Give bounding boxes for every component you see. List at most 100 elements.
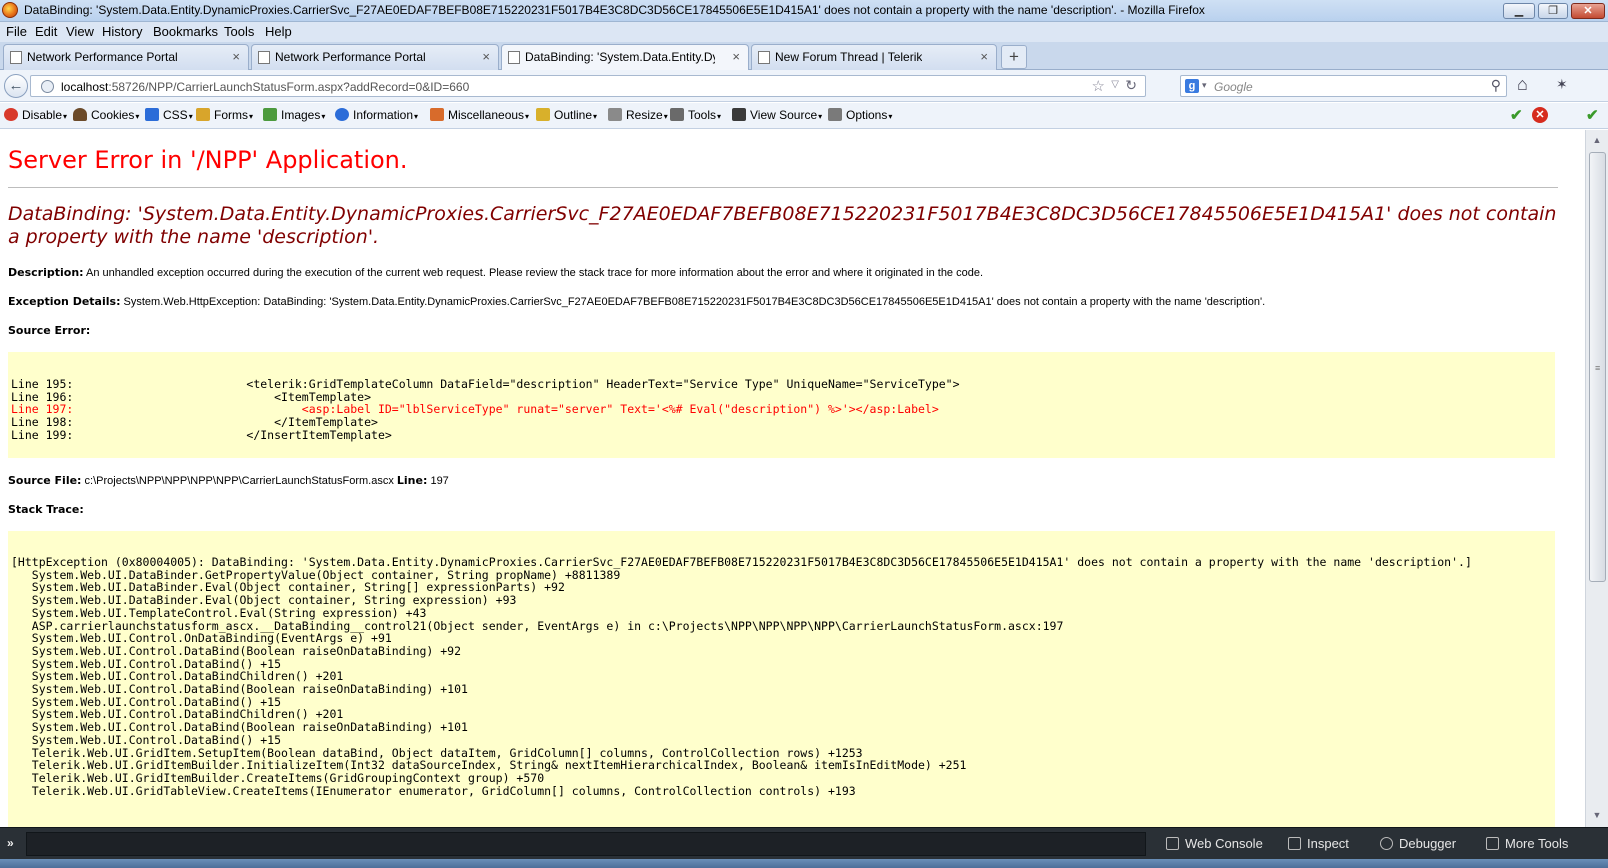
dev-images-menu[interactable]: Images▾ [263,108,325,122]
scroll-down-arrow-icon[interactable]: ▼ [1588,806,1606,824]
dev-information-menu[interactable]: Information▾ [335,108,418,122]
menu-edit[interactable]: Edit [35,24,57,39]
reload-icon[interactable]: ↻ [1125,77,1137,94]
search-engine-dropdown-icon[interactable]: ▾ [1202,80,1207,91]
document-valid-check-icon[interactable]: ✔ [1586,106,1599,124]
dev-label: Images [281,108,321,122]
source-line: Line 199: </InsertItemTemplate> [11,427,392,442]
tab-close-icon[interactable]: × [980,49,988,64]
tab-close-icon[interactable]: × [732,49,740,64]
tab-new-forum-thread[interactable]: New Forum Thread | Telerik × [751,44,997,70]
stack-line: System.Web.UI.Control.DataBind(Boolean r… [11,643,462,658]
scrollbar-grip-icon: ≡ [1595,363,1601,373]
url-bar[interactable]: localhost:58726/NPP/CarrierLaunchStatusF… [30,75,1146,97]
google-engine-icon[interactable]: g [1185,79,1199,93]
maximize-button[interactable]: ❐ [1538,3,1568,19]
menu-help[interactable]: Help [265,24,292,39]
source-line: Line 195: <telerik:GridTemplateColumn Da… [11,377,960,391]
more-tools-button[interactable]: More Tools [1486,836,1568,851]
scroll-up-arrow-icon[interactable]: ▲ [1588,131,1606,149]
dev-label: Disable [22,108,63,122]
navigation-bar: ← localhost:58726/NPP/CarrierLaunchStatu… [0,70,1608,102]
tab-label: New Forum Thread | Telerik [775,50,923,64]
site-identity-icon[interactable] [41,80,54,93]
url-text[interactable]: localhost:58726/NPP/CarrierLaunchStatusF… [61,80,469,94]
back-button[interactable]: ← [4,74,28,98]
page-title: Server Error in '/NPP' Application. [8,146,408,174]
dev-label: Tools [688,108,717,122]
dev-css-menu[interactable]: CSS▾ [145,108,193,122]
tab-bar: Network Performance Portal × Network Per… [0,42,1608,71]
exception-details-paragraph: Exception Details: System.Web.HttpExcept… [8,295,1265,308]
chevron-down-icon: ▾ [321,112,326,121]
dev-outline-menu[interactable]: Outline▾ [536,108,597,122]
menu-file[interactable]: File [6,24,27,39]
stack-line: System.Web.UI.Control.DataBind() +15 [11,732,282,747]
tab-label: Network Performance Portal [27,50,178,64]
dev-forms-menu[interactable]: Forms▾ [196,108,253,122]
js-error-icon[interactable]: ✕ [1532,107,1548,123]
menu-bar: File Edit View History Bookmarks Tools H… [0,22,1608,42]
debugger-button[interactable]: Debugger [1380,836,1456,851]
title-bar: DataBinding: 'System.Data.Entity.Dynamic… [0,0,1608,22]
search-input[interactable]: Google [1214,80,1253,94]
exception-details-text: System.Web.HttpException: DataBinding: '… [120,296,1266,308]
vertical-scrollbar[interactable]: ▲ ≡ ▼ [1585,130,1608,827]
tab-close-icon[interactable]: × [482,49,490,64]
tab-network-performance-portal-1[interactable]: Network Performance Portal × [3,44,249,70]
options-icon [828,108,842,121]
dev-label: View Source [750,108,818,122]
dev-disable-menu[interactable]: Disable▾ [4,108,67,122]
chevron-down-icon: ▾ [188,112,193,121]
source-error-heading: Source Error: [8,324,91,337]
bookmark-star-icon[interactable]: ☆ [1092,77,1105,95]
url-history-dropdown-icon[interactable]: ▽ [1111,79,1119,90]
source-file-paragraph: Source File: c:\Projects\NPP\NPP\NPP\NPP… [8,474,449,487]
addon-icon[interactable]: ✶ [1556,76,1568,93]
tab-network-performance-portal-2[interactable]: Network Performance Portal × [251,44,499,70]
dev-options-menu[interactable]: Options▾ [828,108,892,122]
close-window-button[interactable]: ✕ [1571,3,1605,19]
stack-trace-label: Stack Trace: [8,503,84,516]
dev-cookies-menu[interactable]: Cookies▾ [73,108,139,122]
minimize-button[interactable]: ▁ [1503,3,1535,19]
source-error-code-block: Line 195: <telerik:GridTemplateColumn Da… [8,352,1555,458]
css-valid-check-icon[interactable]: ✔ [1510,106,1523,124]
browser-window: DataBinding: 'System.Data.Entity.Dynamic… [0,0,1608,868]
scrollbar-thumb[interactable]: ≡ [1589,152,1606,582]
console-command-input[interactable] [26,832,1146,856]
menu-history[interactable]: History [102,24,142,39]
search-icon[interactable]: ⚲ [1491,77,1501,94]
stack-trace-heading: Stack Trace: [8,503,84,516]
divider [8,187,1558,188]
menu-view[interactable]: View [66,24,94,39]
web-console-button[interactable]: Web Console [1166,836,1263,851]
new-tab-button[interactable]: + [1001,45,1027,69]
page-favicon-icon [258,51,270,64]
inspect-button[interactable]: Inspect [1288,836,1349,851]
stack-line: [HttpException (0x80004005): DataBinding… [11,555,1472,569]
forms-icon [196,108,210,121]
window-title: DataBinding: 'System.Data.Entity.Dynamic… [24,3,1205,17]
dev-miscellaneous-menu[interactable]: Miscellaneous▾ [430,108,529,122]
line-value: 197 [427,475,449,487]
images-icon [263,108,277,121]
wrench-icon [1486,837,1499,850]
tab-databinding-error[interactable]: DataBinding: 'System.Data.Entity.Dyn... … [501,44,749,71]
chevron-down-icon: ▾ [135,112,140,121]
line-label: Line: [396,474,428,487]
tab-close-icon[interactable]: × [232,49,240,64]
home-icon[interactable]: ⌂ [1517,74,1528,95]
menu-bookmarks[interactable]: Bookmarks [153,24,218,39]
dev-view-source-menu[interactable]: View Source▾ [732,108,822,122]
outline-pencil-icon [536,108,550,121]
console-prompt-icon: » [7,836,14,850]
chevron-down-icon: ▾ [525,112,530,121]
url-path: :58726/NPP/CarrierLaunchStatusForm.aspx?… [108,80,470,94]
search-bar[interactable]: g ▾ Google ⚲ [1180,75,1507,97]
tab-label: Network Performance Portal [275,50,426,64]
dev-resize-menu[interactable]: Resize▾ [608,108,668,122]
description-paragraph: Description: An unhandled exception occu… [8,266,983,279]
menu-tools[interactable]: Tools [224,24,254,39]
dev-tools-menu[interactable]: Tools▾ [670,108,721,122]
